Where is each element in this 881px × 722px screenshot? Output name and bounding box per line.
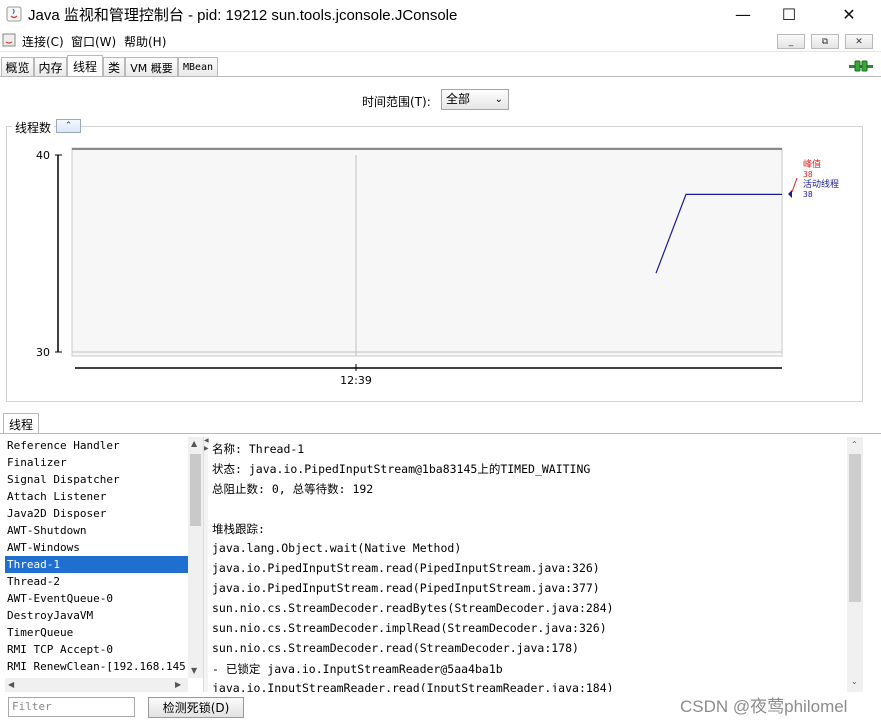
thread-list-item[interactable]: Thread-2 (5, 573, 188, 590)
scroll-down-icon[interactable]: ⌄ (851, 677, 858, 686)
y-tick-label: 30 (36, 346, 50, 359)
stack-frame-line: sun.nio.cs.StreamDecoder.readBytes(Strea… (212, 601, 614, 615)
filter-input[interactable]: Filter (8, 697, 135, 717)
stack-frame-line: sun.nio.cs.StreamDecoder.read(StreamDeco… (212, 641, 579, 655)
scroll-up-icon[interactable]: ▲ (191, 439, 197, 448)
scroll-left-icon[interactable]: ◀ (8, 680, 14, 689)
scroll-thumb[interactable] (190, 454, 201, 526)
stack-trace-header: 堆栈跟踪: (212, 522, 265, 536)
scroll-right-icon[interactable]: ▶ (175, 680, 181, 689)
thread-list-item[interactable]: Reference Handler (5, 437, 188, 454)
detect-deadlock-button[interactable]: 检测死锁(D) (148, 697, 244, 718)
legend-peak-label: 峰值 (803, 158, 821, 170)
thread-list-item[interactable]: Java2D Disposer (5, 505, 188, 522)
thread-chart: 403012:39峰值38活动线程38 (36, 147, 839, 387)
scroll-thumb[interactable] (849, 454, 861, 602)
thread-list-item[interactable]: AWT-Windows (5, 539, 188, 556)
stack-frame-line: java.io.InputStreamReader.read(InputStre… (212, 681, 614, 692)
thread-list-hscroll[interactable]: ◀ ▶ (5, 678, 188, 692)
plot-area (71, 147, 783, 357)
thread-list-item[interactable]: RMI RenewClean-[192.168.145.1: (5, 658, 188, 675)
thread-list[interactable]: Reference Handler Finalizer Signal Dispatc… (5, 437, 188, 677)
stack-frame-line: java.io.PipedInputStream.read(PipedInput… (212, 581, 600, 595)
stack-frame-line: sun.nio.cs.StreamDecoder.implRead(Stream… (212, 621, 607, 635)
stack-frame-line: java.lang.Object.wait(Native Method) (212, 541, 462, 555)
thread-list-item[interactable]: TimerQueue (5, 624, 188, 641)
stack-frame-line: - 已锁定 java.io.InputStreamReader@5aa4ba1b (212, 662, 503, 676)
legend-active-marker (788, 190, 792, 198)
detail-vscroll[interactable]: ⌃ ⌄ (847, 437, 863, 692)
scroll-up-icon[interactable]: ⌃ (851, 440, 858, 449)
thread-list-item[interactable]: Signal Dispatcher (5, 471, 188, 488)
thread-list-item[interactable]: AWT-EventQueue-0 (5, 590, 188, 607)
legend-peak-pointer (791, 177, 798, 193)
thread-list-item[interactable]: Thread-1 (5, 556, 188, 573)
thread-state-line: 状态: java.io.PipedInputStream@1ba83145上的T… (212, 462, 591, 476)
thread-counts-line: 总阻止数: 0, 总等待数: 192 (212, 482, 374, 496)
thread-list-item[interactable]: DestroyJavaVM (5, 607, 188, 624)
legend-active-label: 活动线程 (803, 178, 839, 190)
y-tick-label: 40 (36, 149, 50, 162)
thread-list-vscroll[interactable]: ▲ ▼ (188, 437, 203, 678)
scroll-down-icon[interactable]: ▼ (191, 666, 197, 675)
thread-detail-pane[interactable]: 名称: Thread-1 状态: java.io.PipedInputStrea… (210, 437, 847, 692)
watermark: CSDN @夜莺philomel (680, 697, 848, 716)
thread-name-line: 名称: Thread-1 (212, 442, 305, 456)
legend-peak-value: 38 (803, 170, 813, 179)
thread-list-item[interactable]: Attach Listener (5, 488, 188, 505)
split-pane-divider[interactable]: ◀ ▶ (203, 437, 209, 692)
legend-active-value: 38 (803, 190, 813, 199)
stack-frame-line: java.io.PipedInputStream.read(PipedInput… (212, 561, 600, 575)
thread-list-item[interactable]: Finalizer (5, 454, 188, 471)
split-left-icon[interactable]: ◀ (204, 437, 209, 444)
thread-list-item[interactable]: AWT-Shutdown (5, 522, 188, 539)
x-tick-label: 12:39 (340, 374, 372, 387)
lower-tab-divider (0, 433, 881, 434)
split-right-icon[interactable]: ▶ (204, 445, 209, 452)
lower-tab-threads[interactable]: 线程 (3, 413, 39, 434)
thread-list-item[interactable]: RMI TCP Accept-0 (5, 641, 188, 658)
